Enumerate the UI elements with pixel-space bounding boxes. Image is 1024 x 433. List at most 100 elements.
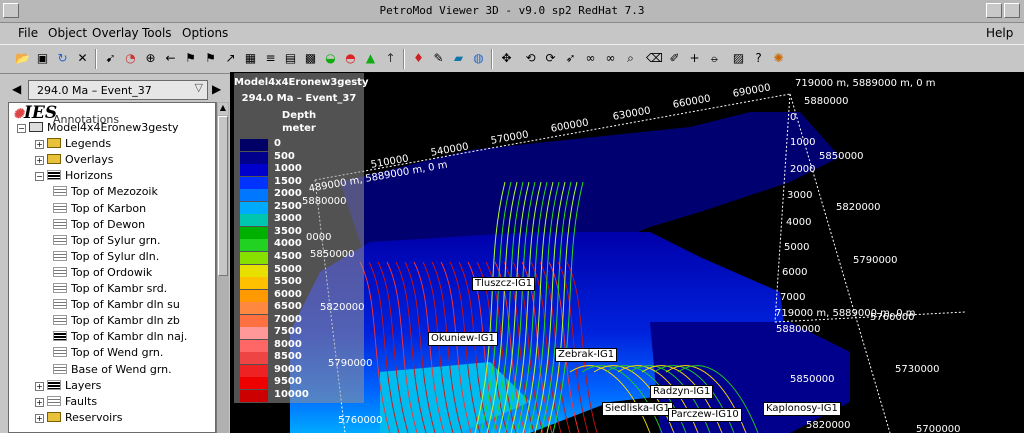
flag-icon[interactable]: ⚑ [202, 50, 219, 67]
zoom-icon[interactable]: ⊕ [142, 50, 159, 67]
tree-item-top-of-kambr-dln-zb[interactable]: Top of Kambr dln zb [53, 314, 180, 330]
legend-swatch [240, 189, 268, 202]
pointer-icon[interactable]: ➶ [562, 50, 579, 67]
map-icon[interactable]: ▰ [450, 50, 467, 67]
horizon-icon [53, 202, 67, 213]
scroll-up-arrow-icon[interactable]: ▲ [218, 103, 228, 115]
tree-item-top-of-mezozoik[interactable]: Top of Mezozoik [53, 185, 158, 201]
tree-item-faults[interactable]: + Faults [35, 395, 97, 411]
mesh-icon[interactable]: ▩ [302, 50, 319, 67]
curve-icon[interactable]: ↗ [222, 50, 239, 67]
minimize-button[interactable] [986, 3, 1002, 18]
delete-icon[interactable]: ✕ [74, 50, 91, 67]
tree-item-label: Model4x4Eronew3gesty [47, 121, 179, 134]
y-tick-label: 5790000 [853, 255, 898, 266]
move-icon[interactable]: ✥ [498, 50, 515, 67]
tree-item-reservoirs[interactable]: + Reservoirs [35, 411, 123, 427]
menu-options[interactable]: Options [182, 26, 228, 40]
drop-icon[interactable]: ♦ [410, 50, 427, 67]
3d-viewport[interactable]: Model4x4Eronew3gesty 294.0 Ma – Event_37… [230, 72, 1024, 433]
menu-overlay[interactable]: Overlay [92, 26, 139, 40]
cube-icon[interactable]: ▨ [730, 50, 747, 67]
prev-event-button[interactable]: ◀ [12, 82, 21, 96]
horizon-icon [53, 331, 67, 342]
rotate-icon[interactable]: ⟲ [522, 50, 539, 67]
arrow-icon[interactable]: ← [162, 50, 179, 67]
legend-value: 2500 [274, 200, 302, 212]
tree-item-top-of-kambr-dln-su[interactable]: Top of Kambr dln su [53, 298, 180, 314]
tree-item-base-of-wend-grn[interactable]: Base of Wend grn. [53, 363, 172, 379]
tree-item-top-of-wend-grn[interactable]: Top of Wend grn. [53, 346, 163, 362]
surface-red-icon[interactable]: ◓ [342, 50, 359, 67]
menu-tools[interactable]: Tools [142, 26, 172, 40]
collapse-icon[interactable]: − [17, 124, 26, 133]
layers-icon[interactable]: ≡ [262, 50, 279, 67]
tree-item-top-of-sylur-dln[interactable]: Top of Sylur dln. [53, 250, 159, 266]
next-event-button[interactable]: ▶ [212, 82, 221, 96]
help-cursor-icon[interactable]: ? [750, 50, 767, 67]
pen-icon[interactable]: ✐ [666, 50, 683, 67]
faults-icon[interactable]: ▲ [362, 50, 379, 67]
window-titlebar: PetroMod Viewer 3D - v9.0 sp2 RedHat 7.3 [0, 0, 1024, 23]
grid-icon[interactable]: ▦ [242, 50, 259, 67]
scroll-thumb[interactable] [218, 116, 228, 276]
globe-icon[interactable]: ◍ [470, 50, 487, 67]
menu-help[interactable]: Help [986, 26, 1013, 40]
tree-item-label: Top of Sylur dln. [71, 249, 160, 263]
crosshair-icon[interactable]: + [686, 50, 703, 67]
tree-item-top-of-karbon[interactable]: Top of Karbon [53, 202, 146, 218]
y-tick-label: 5850000 [790, 374, 835, 385]
tree-item-top-of-kambr-dln-naj[interactable]: Top of Kambr dln naj. [53, 330, 187, 346]
tree-item-horizons[interactable]: − Horizons [35, 169, 113, 185]
flag-icon[interactable]: ⚑ [182, 50, 199, 67]
table-icon[interactable]: ▤ [282, 50, 299, 67]
tree-scrollbar[interactable]: ▲ [216, 102, 229, 433]
tree-item-top-of-kambr-srd[interactable]: Top of Kambr srd. [53, 282, 167, 298]
tree-item-legends[interactable]: + Legends [35, 137, 111, 153]
rotate-axis-icon[interactable]: ⟳ [542, 50, 559, 67]
menu-file[interactable]: File [18, 26, 38, 40]
magnifier-icon[interactable]: ⌕ [622, 50, 639, 67]
expand-icon[interactable]: + [35, 397, 44, 407]
tree-item-overlays[interactable]: + Overlays [35, 153, 114, 169]
window-title: PetroMod Viewer 3D - v9.0 sp2 RedHat 7.3 [379, 4, 645, 17]
legend-swatch [240, 176, 268, 189]
pencil-icon[interactable]: ✎ [430, 50, 447, 67]
wells-icon[interactable]: ↑ [382, 50, 399, 67]
tree-item-layers[interactable]: + Layers [35, 379, 101, 395]
event-dropdown[interactable]: 294.0 Ma – Event_37 ▽ [28, 80, 208, 100]
settings-icon[interactable]: ✺ [770, 50, 787, 67]
tree-item-top-of-sylur-grn[interactable]: Top of Sylur grn. [53, 234, 160, 250]
pie-icon[interactable]: ◔ [122, 50, 139, 67]
surface-icon[interactable]: ◒ [322, 50, 339, 67]
legend-swatch [240, 364, 268, 377]
expand-icon[interactable]: + [35, 140, 44, 150]
save-icon[interactable]: ▣ [34, 50, 51, 67]
tree-item-top-of-dewon[interactable]: Top of Dewon [53, 218, 145, 234]
refresh-icon[interactable]: ↻ [54, 50, 71, 67]
rotate-x-icon[interactable]: ⦵ [706, 50, 723, 67]
tree-item-label: Reservoirs [65, 410, 123, 424]
binoculars-icon[interactable]: ∞ [602, 50, 619, 67]
depth-tick-label: 5000 [784, 242, 810, 253]
event-value: 294.0 Ma – Event_37 [37, 84, 152, 97]
legend-value: 6500 [274, 301, 302, 313]
expand-icon[interactable]: + [35, 413, 44, 423]
collapse-icon[interactable]: − [35, 172, 44, 182]
tree-item-label: Top of Mezozoik [71, 185, 158, 199]
expand-icon[interactable]: + [35, 156, 44, 166]
legend-value: 3500 [274, 225, 302, 237]
open-icon[interactable]: 📂 [14, 50, 31, 67]
menu-object[interactable]: Object [48, 26, 87, 40]
legend-model: Model4x4Eronew3gesty [234, 77, 369, 88]
select-pointer-icon[interactable]: ➹ [102, 50, 119, 67]
binoculars-icon[interactable]: ∞ [582, 50, 599, 67]
maximize-button[interactable] [1004, 3, 1020, 18]
tree-item-model4x4eronew3gesty[interactable]: − Model4x4Eronew3gesty [17, 121, 179, 137]
tree-item-top-of-ordowik[interactable]: Top of Ordowik [53, 266, 152, 282]
legend-value: 1500 [274, 175, 302, 187]
eraser-icon[interactable]: ⌫ [646, 50, 663, 67]
expand-icon[interactable]: + [35, 381, 44, 391]
object-tree: ✺IES Annotations − Model4x4Eronew3gesty + Le… [8, 102, 216, 433]
horizon-icon [53, 266, 67, 277]
